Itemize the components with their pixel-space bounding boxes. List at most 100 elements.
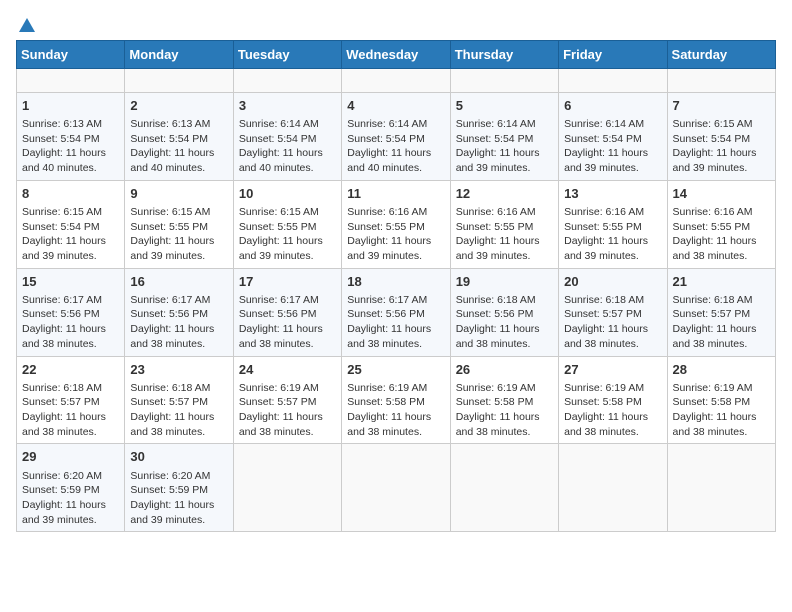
sunrise-text: Sunrise: 6:15 AM xyxy=(673,118,753,130)
calendar-cell: 28 Sunrise: 6:19 AM Sunset: 5:58 PM Dayl… xyxy=(667,356,775,444)
sunset-text: Sunset: 5:57 PM xyxy=(22,396,100,408)
sunrise-text: Sunrise: 6:14 AM xyxy=(347,118,427,130)
day-number: 29 xyxy=(22,448,119,466)
daylight-text: Daylight: 11 hours and 39 minutes. xyxy=(130,235,214,262)
daylight-text: Daylight: 11 hours and 39 minutes. xyxy=(564,235,648,262)
calendar-cell: 20 Sunrise: 6:18 AM Sunset: 5:57 PM Dayl… xyxy=(559,268,667,356)
calendar-cell: 4 Sunrise: 6:14 AM Sunset: 5:54 PM Dayli… xyxy=(342,92,450,180)
day-number: 4 xyxy=(347,97,444,115)
sunset-text: Sunset: 5:54 PM xyxy=(22,133,100,145)
sunrise-text: Sunrise: 6:16 AM xyxy=(673,206,753,218)
calendar-cell xyxy=(450,444,558,532)
sunrise-text: Sunrise: 6:16 AM xyxy=(347,206,427,218)
calendar-cell xyxy=(450,69,558,93)
calendar-cell: 9 Sunrise: 6:15 AM Sunset: 5:55 PM Dayli… xyxy=(125,180,233,268)
day-number: 15 xyxy=(22,273,119,291)
sunrise-text: Sunrise: 6:17 AM xyxy=(239,294,319,306)
day-header-monday: Monday xyxy=(125,41,233,69)
sunrise-text: Sunrise: 6:19 AM xyxy=(239,382,319,394)
daylight-text: Daylight: 11 hours and 38 minutes. xyxy=(564,411,648,438)
calendar-cell: 1 Sunrise: 6:13 AM Sunset: 5:54 PM Dayli… xyxy=(17,92,125,180)
sunset-text: Sunset: 5:55 PM xyxy=(673,221,751,233)
sunrise-text: Sunrise: 6:16 AM xyxy=(564,206,644,218)
day-number: 21 xyxy=(673,273,770,291)
day-number: 24 xyxy=(239,361,336,379)
sunrise-text: Sunrise: 6:13 AM xyxy=(130,118,210,130)
sunrise-text: Sunrise: 6:14 AM xyxy=(564,118,644,130)
sunset-text: Sunset: 5:55 PM xyxy=(130,221,208,233)
day-number: 17 xyxy=(239,273,336,291)
day-number: 1 xyxy=(22,97,119,115)
sunrise-text: Sunrise: 6:18 AM xyxy=(673,294,753,306)
sunset-text: Sunset: 5:57 PM xyxy=(564,308,642,320)
calendar-cell: 17 Sunrise: 6:17 AM Sunset: 5:56 PM Dayl… xyxy=(233,268,341,356)
daylight-text: Daylight: 11 hours and 38 minutes. xyxy=(673,235,757,262)
daylight-text: Daylight: 11 hours and 40 minutes. xyxy=(239,147,323,174)
calendar-week-row: 8 Sunrise: 6:15 AM Sunset: 5:54 PM Dayli… xyxy=(17,180,776,268)
sunrise-text: Sunrise: 6:19 AM xyxy=(347,382,427,394)
sunset-text: Sunset: 5:58 PM xyxy=(347,396,425,408)
day-number: 19 xyxy=(456,273,553,291)
sunrise-text: Sunrise: 6:18 AM xyxy=(456,294,536,306)
sunset-text: Sunset: 5:54 PM xyxy=(130,133,208,145)
day-number: 7 xyxy=(673,97,770,115)
daylight-text: Daylight: 11 hours and 38 minutes. xyxy=(22,323,106,350)
sunrise-text: Sunrise: 6:15 AM xyxy=(22,206,102,218)
calendar-cell: 18 Sunrise: 6:17 AM Sunset: 5:56 PM Dayl… xyxy=(342,268,450,356)
page-header xyxy=(16,16,776,32)
sunset-text: Sunset: 5:54 PM xyxy=(347,133,425,145)
sunrise-text: Sunrise: 6:15 AM xyxy=(239,206,319,218)
daylight-text: Daylight: 11 hours and 38 minutes. xyxy=(564,323,648,350)
daylight-text: Daylight: 11 hours and 39 minutes. xyxy=(347,235,431,262)
day-number: 25 xyxy=(347,361,444,379)
day-number: 23 xyxy=(130,361,227,379)
calendar-cell xyxy=(342,69,450,93)
sunrise-text: Sunrise: 6:16 AM xyxy=(456,206,536,218)
sunrise-text: Sunrise: 6:14 AM xyxy=(456,118,536,130)
sunset-text: Sunset: 5:56 PM xyxy=(347,308,425,320)
sunrise-text: Sunrise: 6:17 AM xyxy=(347,294,427,306)
calendar-cell xyxy=(17,69,125,93)
sunset-text: Sunset: 5:58 PM xyxy=(456,396,534,408)
calendar-cell: 30 Sunrise: 6:20 AM Sunset: 5:59 PM Dayl… xyxy=(125,444,233,532)
calendar-week-row: 15 Sunrise: 6:17 AM Sunset: 5:56 PM Dayl… xyxy=(17,268,776,356)
day-number: 10 xyxy=(239,185,336,203)
calendar-cell xyxy=(667,444,775,532)
daylight-text: Daylight: 11 hours and 39 minutes. xyxy=(564,147,648,174)
sunrise-text: Sunrise: 6:20 AM xyxy=(22,470,102,482)
calendar-cell: 24 Sunrise: 6:19 AM Sunset: 5:57 PM Dayl… xyxy=(233,356,341,444)
day-number: 14 xyxy=(673,185,770,203)
day-number: 26 xyxy=(456,361,553,379)
daylight-text: Daylight: 11 hours and 38 minutes. xyxy=(130,323,214,350)
calendar-cell: 16 Sunrise: 6:17 AM Sunset: 5:56 PM Dayl… xyxy=(125,268,233,356)
calendar-cell: 15 Sunrise: 6:17 AM Sunset: 5:56 PM Dayl… xyxy=(17,268,125,356)
calendar-cell xyxy=(559,69,667,93)
day-header-wednesday: Wednesday xyxy=(342,41,450,69)
sunrise-text: Sunrise: 6:17 AM xyxy=(22,294,102,306)
day-number: 6 xyxy=(564,97,661,115)
daylight-text: Daylight: 11 hours and 38 minutes. xyxy=(673,323,757,350)
sunrise-text: Sunrise: 6:15 AM xyxy=(130,206,210,218)
sunset-text: Sunset: 5:54 PM xyxy=(456,133,534,145)
calendar-cell: 23 Sunrise: 6:18 AM Sunset: 5:57 PM Dayl… xyxy=(125,356,233,444)
calendar-cell: 19 Sunrise: 6:18 AM Sunset: 5:56 PM Dayl… xyxy=(450,268,558,356)
calendar-cell xyxy=(233,444,341,532)
sunrise-text: Sunrise: 6:18 AM xyxy=(130,382,210,394)
calendar-cell: 7 Sunrise: 6:15 AM Sunset: 5:54 PM Dayli… xyxy=(667,92,775,180)
calendar-week-row xyxy=(17,69,776,93)
sunset-text: Sunset: 5:58 PM xyxy=(564,396,642,408)
calendar-cell: 21 Sunrise: 6:18 AM Sunset: 5:57 PM Dayl… xyxy=(667,268,775,356)
calendar-cell: 6 Sunrise: 6:14 AM Sunset: 5:54 PM Dayli… xyxy=(559,92,667,180)
calendar-cell: 5 Sunrise: 6:14 AM Sunset: 5:54 PM Dayli… xyxy=(450,92,558,180)
sunrise-text: Sunrise: 6:18 AM xyxy=(22,382,102,394)
logo xyxy=(16,16,37,32)
sunset-text: Sunset: 5:56 PM xyxy=(22,308,100,320)
daylight-text: Daylight: 11 hours and 38 minutes. xyxy=(239,411,323,438)
sunset-text: Sunset: 5:56 PM xyxy=(130,308,208,320)
calendar-cell xyxy=(667,69,775,93)
sunset-text: Sunset: 5:57 PM xyxy=(239,396,317,408)
sunset-text: Sunset: 5:56 PM xyxy=(239,308,317,320)
calendar-cell: 13 Sunrise: 6:16 AM Sunset: 5:55 PM Dayl… xyxy=(559,180,667,268)
sunrise-text: Sunrise: 6:19 AM xyxy=(456,382,536,394)
day-header-tuesday: Tuesday xyxy=(233,41,341,69)
